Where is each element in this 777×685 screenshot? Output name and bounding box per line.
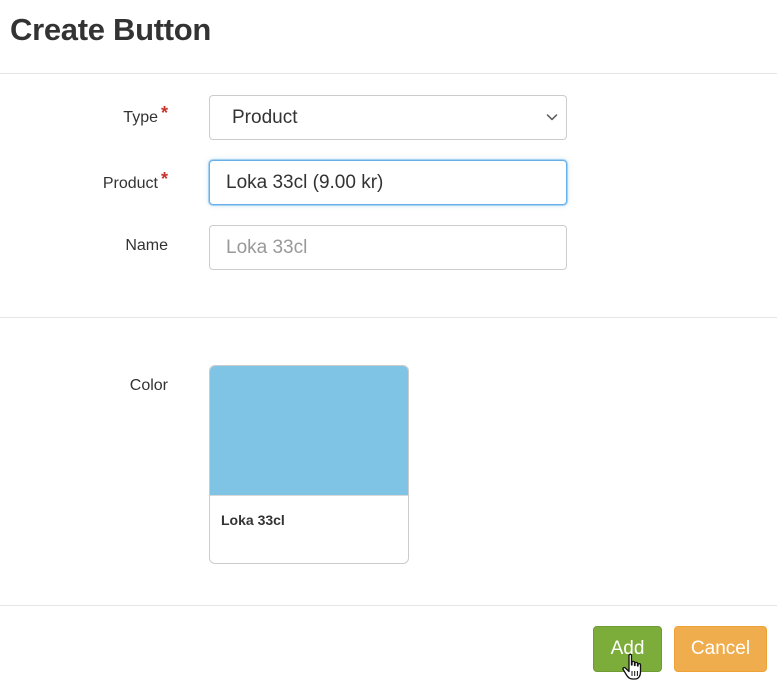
name-label: Name [125,237,168,254]
hand-pointer-icon [622,653,642,680]
cancel-button[interactable]: Cancel [674,626,767,672]
name-input[interactable] [209,225,567,270]
dialog-header: Create Button [0,0,777,74]
chevron-down-icon [546,114,558,121]
required-marker: * [160,103,168,123]
product-input[interactable] [209,160,567,205]
product-label-text: Product [102,175,158,192]
type-label: Type * [123,103,168,127]
footer-divider [0,605,777,606]
color-swatch[interactable] [210,366,408,496]
type-label-text: Type [123,109,158,126]
section-divider [0,317,777,318]
dialog-title: Create Button [10,12,212,47]
create-button-dialog: Create Button Type* Product Product* Nam… [0,0,777,685]
color-label: Color [129,377,168,394]
required-marker: * [160,169,168,189]
product-label: Product * [102,169,168,193]
color-preview-label: Loka 33cl [221,512,285,528]
type-select-value: Product [232,106,298,128]
color-picker-card[interactable]: Loka 33cl [209,365,409,564]
type-select[interactable]: Product [209,95,567,140]
